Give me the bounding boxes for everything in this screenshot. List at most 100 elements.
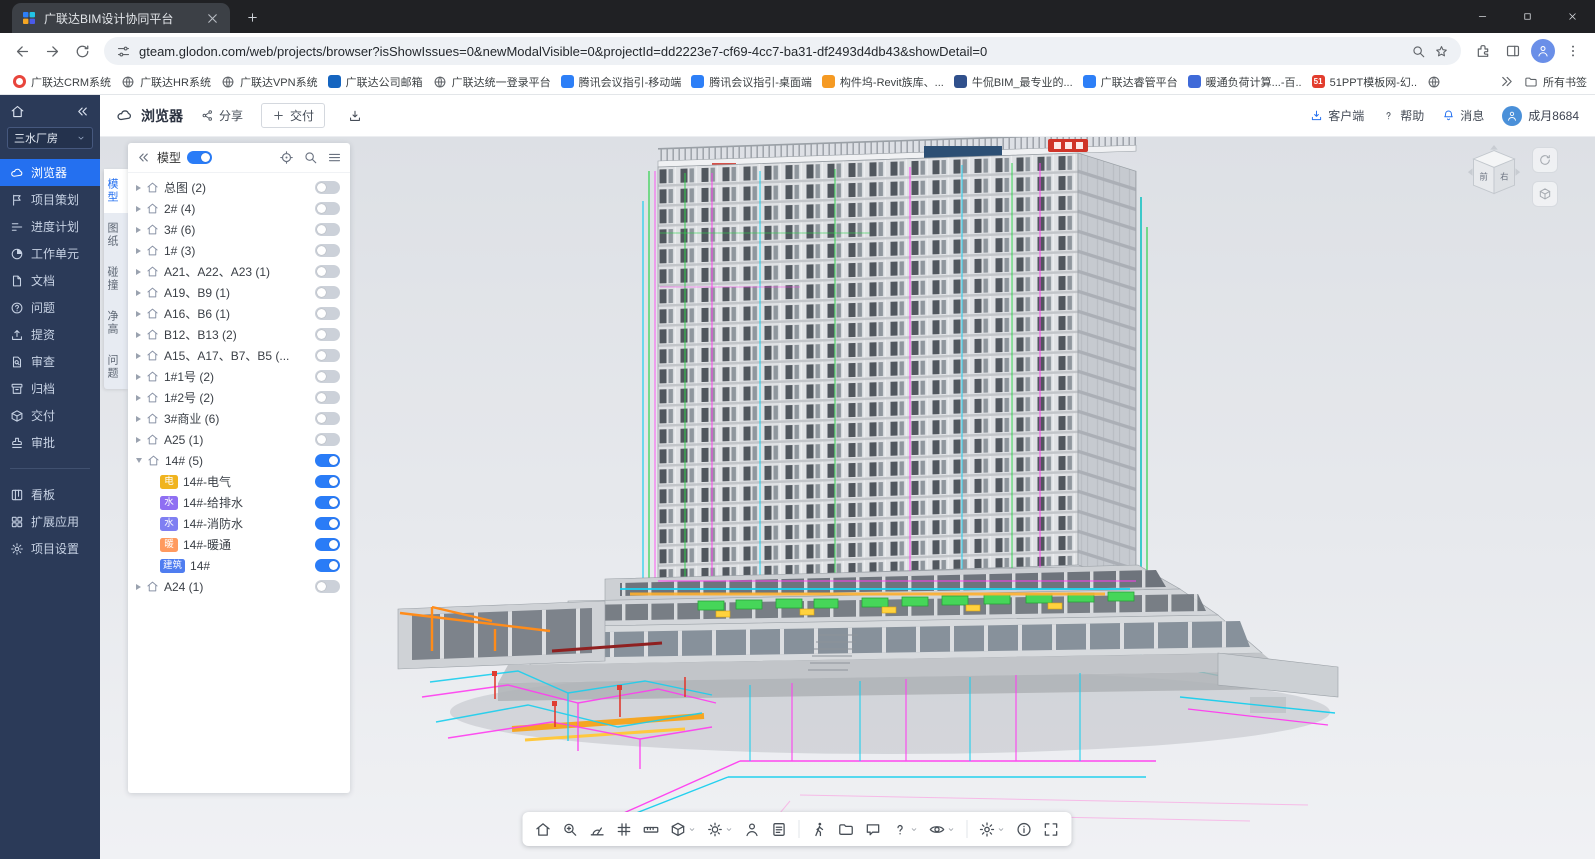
grid-tool-button[interactable] [612,816,637,842]
visibility-toggle[interactable] [315,496,340,509]
sidebar-item-schedule[interactable]: 进度计划 [0,213,100,240]
bookmark-item[interactable]: 腾讯会议指引-移动端 [556,72,687,92]
visibility-toggle[interactable] [315,202,340,215]
tree-item[interactable]: 总图 (2) [128,177,350,198]
help-tool-button[interactable] [888,816,923,842]
measure-angle-tool-button[interactable] [585,816,610,842]
share-button[interactable]: 分享 [201,107,243,124]
expand-caret-icon[interactable] [136,332,141,338]
tree-item[interactable]: 3#商业 (6) [128,408,350,429]
list-options-button[interactable] [327,150,342,165]
expand-caret-icon[interactable] [136,395,141,401]
search-button[interactable] [303,150,318,165]
visibility-toggle[interactable] [315,370,340,383]
first-person-tool-button[interactable] [740,816,765,842]
expand-caret-icon[interactable] [136,227,141,233]
visibility-toggle[interactable] [315,223,340,236]
tree-item[interactable]: A21、A22、A23 (1) [128,261,350,282]
minimize-button[interactable] [1460,0,1505,33]
display-effects-tool-button[interactable] [703,816,738,842]
sidebar-item-flag[interactable]: 项目策划 [0,186,100,213]
sidebar-item-approve[interactable]: 审批 [0,429,100,456]
bookmark-item[interactable]: 广联达睿管平台 [1078,72,1183,92]
comment-tool-button[interactable] [861,816,886,842]
visibility-toggle[interactable] [315,454,340,467]
bookmark-item[interactable]: 广联达HR系统 [116,72,216,92]
tree-item[interactable]: B12、B13 (2) [128,324,350,345]
home-view-tool-button[interactable] [531,816,556,842]
panel-tab[interactable]: 图纸 [104,213,128,257]
sidebar-item-settings[interactable]: 项目设置 [0,535,100,562]
home-button[interactable] [10,104,25,119]
expand-caret-icon[interactable] [136,185,141,191]
sidebar-item-doc[interactable]: 文档 [0,267,100,294]
browser-menu-button[interactable] [1559,37,1587,65]
view-cube-front-label[interactable]: 前 [1480,172,1488,182]
visibility-toggle[interactable] [315,538,340,551]
expand-caret-icon[interactable] [136,311,141,317]
visibility-toggle[interactable] [315,391,340,404]
visibility-toggle[interactable] [315,580,340,593]
deliver-button[interactable]: 交付 [261,103,325,128]
refresh-button[interactable] [68,37,96,65]
bookmark-item[interactable]: 腾讯会议指引-桌面端 [686,72,817,92]
bookmarks-overflow-button[interactable] [1499,74,1514,89]
info-tool-button[interactable] [1012,816,1037,842]
tree-item[interactable]: A19、B9 (1) [128,282,350,303]
visibility-toggle[interactable] [315,307,340,320]
expand-caret-icon[interactable] [136,374,141,380]
tree-item[interactable]: 1#1号 (2) [128,366,350,387]
sidebar-item-review[interactable]: 审查 [0,348,100,375]
sidebar-item-apps[interactable]: 扩展应用 [0,508,100,535]
view-list-tool-button[interactable] [767,816,792,842]
collapse-sidebar-button[interactable] [75,104,90,119]
expand-caret-icon[interactable] [136,206,141,212]
tree-child-item[interactable]: 水14#-消防水 [128,513,350,534]
settings-tool-button[interactable] [975,816,1010,842]
export-button[interactable] [343,104,367,128]
messages-button[interactable]: 消息 [1442,107,1484,124]
address-bar[interactable]: gteam.glodon.com/web/projects/browser?is… [104,37,1461,65]
sidebar-item-deliver[interactable]: 交付 [0,402,100,429]
new-tab-button[interactable] [240,5,264,29]
tree-item[interactable]: 1# (3) [128,240,350,261]
visibility-toggle[interactable] [315,349,340,362]
sidebar-item-submit[interactable]: 提资 [0,321,100,348]
sidebar-item-cloud[interactable]: 浏览器 [0,159,100,186]
tree-child-item[interactable]: 暖14#-暖通 [128,534,350,555]
zoom-level-icon[interactable] [1411,44,1426,59]
tree-child-item[interactable]: 电14#-电气 [128,471,350,492]
expand-caret-icon[interactable] [136,437,141,443]
tab-close-button[interactable] [205,11,220,26]
sidebar-item-issue[interactable]: 问题 [0,294,100,321]
extensions-button[interactable] [1469,37,1497,65]
visibility-toggle[interactable] [315,244,340,257]
visibility-toggle[interactable] [315,475,340,488]
tree-item[interactable]: 14# (5) [128,450,350,471]
bookmark-item[interactable]: 广联达VPN系统 [216,72,323,92]
visibility-toggle[interactable] [315,559,340,572]
bookmark-item[interactable]: 广联达CRM系统 [8,72,116,92]
bookmark-item[interactable]: 5151PPT模板网-幻.. [1307,72,1422,92]
panel-tab[interactable]: 碰撞 [104,257,128,301]
collapse-panel-button[interactable] [136,150,151,165]
client-download-button[interactable]: 客户端 [1310,107,1364,124]
expand-caret-icon[interactable] [136,416,141,422]
tree-item[interactable]: A15、A17、B7、B5 (... [128,345,350,366]
bookmark-item[interactable] [1422,73,1446,91]
tree-item[interactable]: A16、B6 (1) [128,303,350,324]
panel-tab[interactable]: 净高 [104,301,128,345]
bookmark-item[interactable]: 广联达统一登录平台 [428,72,556,92]
view-cube[interactable]: 前 右 [1466,145,1522,201]
forward-button[interactable] [38,37,66,65]
bookmark-item[interactable]: 暖通负荷计算...-百.. [1183,72,1307,92]
section-tool-button[interactable] [666,816,701,842]
user-menu[interactable]: 成月8684 [1502,106,1579,126]
project-selector[interactable]: 三水厂房 [7,127,93,149]
panel-tab[interactable]: 问题 [104,345,128,389]
site-settings-icon[interactable] [116,44,131,59]
all-bookmarks-button[interactable]: 所有书签 [1524,74,1587,90]
viewport-refresh-button[interactable] [1532,147,1558,173]
bookmark-star-icon[interactable] [1434,44,1449,59]
browser-tab[interactable]: 广联达BIM设计协同平台 [12,3,230,33]
